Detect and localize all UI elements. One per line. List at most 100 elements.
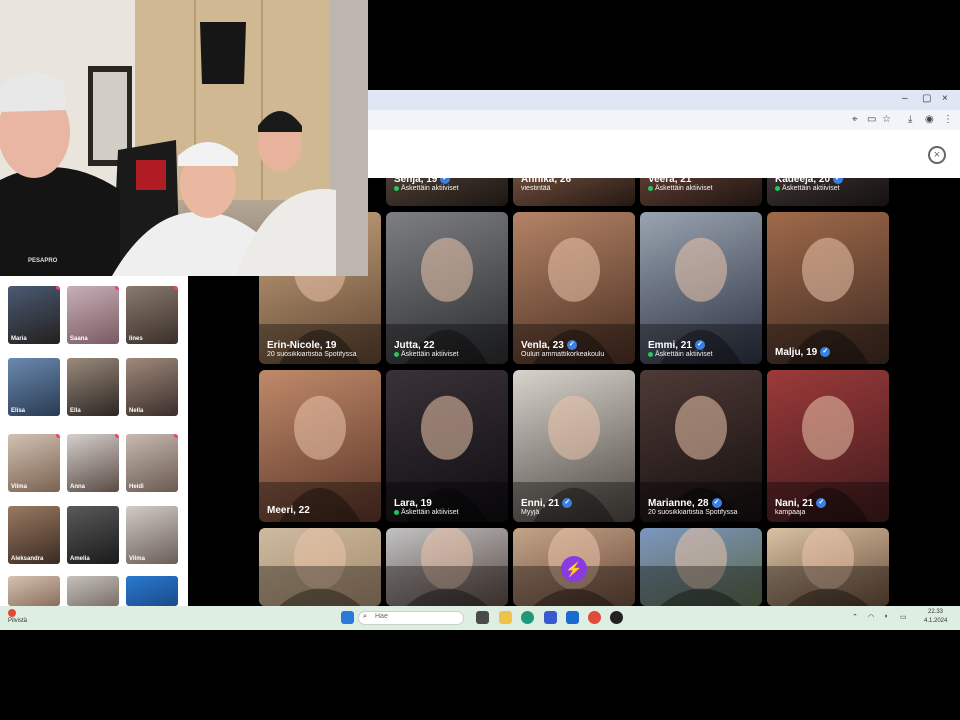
profile-card[interactable]: Senja, 19 ✓ Äskettäin aktiiviset [386, 178, 508, 206]
profile-card[interactable]: Emmi, 21 ✓ Äskettäin aktiiviset [640, 212, 762, 364]
sidebar-profile-thumb[interactable]: Nella [126, 358, 178, 416]
profile-card[interactable] [259, 528, 381, 606]
profile-card[interactable]: Veera, 21 Äskettäin aktiiviset [640, 178, 762, 206]
sidebar-profile-thumb[interactable]: Vilma [126, 506, 178, 564]
card-subtitle: Äskettäin aktiiviset [394, 351, 504, 358]
card-subtitle-text: Äskettäin aktiiviset [655, 351, 713, 358]
store-icon[interactable] [544, 611, 557, 624]
app-icon[interactable] [610, 611, 623, 624]
card-subtitle: Äskettäin aktiiviset [648, 185, 758, 192]
sidebar-profile-name: Iines [129, 336, 143, 342]
active-status-icon [394, 509, 399, 515]
network-icon[interactable]: ◠ [868, 613, 874, 621]
card-subtitle-text: Oulun ammattikorkeakoulu [521, 351, 605, 358]
profile-card[interactable] [640, 528, 762, 606]
sidebar-profile-thumb[interactable]: Saana [67, 286, 119, 344]
card-subtitle-text: Äskettäin aktiiviset [655, 185, 713, 192]
card-subtitle-text: viestintää [521, 185, 551, 192]
sidebar-profile-thumb[interactable]: Anna [67, 434, 119, 492]
profile-card[interactable]: Venla, 23 ✓ Oulun ammattikorkeakoulu [513, 212, 635, 364]
sidebar-profile-thumb[interactable]: Amelia [67, 506, 119, 564]
card-name: Kadeeja, 20 ✓ [775, 178, 885, 185]
profile-card[interactable]: Kadeeja, 20 ✓ Äskettäin aktiiviset [767, 178, 889, 206]
sidebar-profile-thumb[interactable]: Vilma [8, 434, 60, 492]
sidebar-profile-thumb[interactable]: Aleksandra [8, 506, 60, 564]
chrome-icon[interactable] [588, 611, 601, 624]
card-meta: Meeri, 22 [267, 505, 377, 516]
search-placeholder: Hae [375, 613, 388, 620]
sidebar-profile-name: Saana [70, 336, 88, 342]
card-name: Veera, 21 [648, 178, 692, 185]
weather-desc: Pilvistä [8, 618, 28, 624]
sidebar-profile-thumb[interactable]: Maria [8, 286, 60, 344]
profile-card[interactable]: Malju, 19 ✓ [767, 212, 889, 364]
profile-card[interactable]: Annika, 26 viestintää [513, 178, 635, 206]
task-view-icon[interactable] [476, 611, 489, 624]
clock-time[interactable]: 22.33 [928, 609, 943, 615]
card-meta: Jutta, 22 Äskettäin aktiiviset [394, 340, 504, 358]
card-subtitle: Äskettäin aktiiviset [394, 185, 504, 192]
card-meta: Annika, 26 viestintää [521, 178, 631, 192]
profile-photo [386, 528, 508, 606]
card-name: Meeri, 22 [267, 505, 310, 516]
profile-card[interactable]: Jutta, 22 Äskettäin aktiiviset [386, 212, 508, 364]
card-subtitle-text: Myyjä [521, 509, 540, 516]
profile-card[interactable]: ⚡ [513, 528, 635, 606]
verified-badge-icon: ✓ [566, 340, 577, 351]
card-name: Lara, 19 [394, 498, 432, 509]
chevron-up-icon[interactable]: ⌃ [852, 613, 858, 621]
profile-card[interactable]: Meeri, 22 [259, 370, 381, 522]
profile-card[interactable]: Lara, 19 Äskettäin aktiiviset [386, 370, 508, 522]
sidebar-profile-name: Vilma [11, 484, 27, 490]
sidebar-profile-name: Maria [11, 336, 27, 342]
lightning-icon[interactable]: ⚡ [561, 556, 587, 582]
search-icon: ⌕ [363, 613, 367, 620]
card-name: Erin-Nicole, 19 [267, 340, 337, 351]
card-meta: Emmi, 21 ✓ Äskettäin aktiiviset [648, 340, 758, 358]
card-subtitle-text: Äskettäin aktiiviset [401, 185, 459, 192]
screen: – ▢ × ⌖ ▭ ☆ ⤓ ◉ ⋮ × Senja, 19 ✓ Äskettäin … [0, 0, 960, 720]
sidebar-profile-thumb[interactable] [126, 576, 178, 606]
profile-card[interactable] [386, 528, 508, 606]
sidebar-profile-thumb[interactable] [8, 576, 60, 606]
sidebar-profile-thumb[interactable] [67, 576, 119, 606]
card-meta: Malju, 19 ✓ [775, 347, 885, 358]
verified-badge-icon: ✓ [711, 498, 722, 509]
card-subtitle: 20 suosikkiartistia Spotifyssa [648, 509, 758, 516]
sidebar-profile-thumb[interactable]: Heidi [126, 434, 178, 492]
profile-card[interactable]: Marianne, 28 ✓ 20 suosikkiartistia Spotify… [640, 370, 762, 522]
sidebar-profile-thumb[interactable]: Iines [126, 286, 178, 344]
volume-icon[interactable]: ◗ [884, 613, 888, 620]
card-subtitle-text: kampaaja [775, 509, 806, 516]
card-meta: Enni, 21 ✓ Myyjä [521, 498, 631, 516]
clock-date[interactable]: 4.1.2024 [924, 618, 947, 624]
profile-card[interactable]: Nani, 21 ✓ kampaaja [767, 370, 889, 522]
card-meta: Kadeeja, 20 ✓ Äskettäin aktiiviset [775, 178, 885, 192]
battery-icon[interactable]: ▭ [900, 613, 907, 621]
sidebar-profile-thumb[interactable]: Elisa [8, 358, 60, 416]
edge-icon[interactable] [521, 611, 534, 624]
new-match-indicator-icon [56, 434, 60, 438]
card-subtitle-text: Äskettäin aktiiviset [782, 185, 840, 192]
weather-icon[interactable] [8, 609, 16, 617]
new-match-indicator-icon [174, 434, 178, 438]
profile-card[interactable]: Enni, 21 ✓ Myyjä [513, 370, 635, 522]
active-status-icon [394, 351, 399, 357]
card-name: Annika, 26 [521, 178, 572, 185]
verified-badge-icon: ✓ [694, 340, 705, 351]
card-meta: Venla, 23 ✓ Oulun ammattikorkeakoulu [521, 340, 631, 358]
start-icon[interactable] [341, 611, 354, 624]
webcam-overlay: PESAPRO [0, 0, 368, 276]
taskbar-search[interactable]: ⌕ Hae [358, 611, 464, 625]
new-match-indicator-icon [115, 286, 119, 290]
sidebar-profile-thumb[interactable]: Ella [67, 358, 119, 416]
card-subtitle: viestintää [521, 185, 631, 192]
outlook-icon[interactable] [566, 611, 579, 624]
file-explorer-icon[interactable] [499, 611, 512, 624]
profile-card[interactable] [767, 528, 889, 606]
profile-photo [640, 528, 762, 606]
profile-photo [259, 528, 381, 606]
profile-photo [259, 395, 381, 522]
sidebar-profile-name: Aleksandra [11, 556, 44, 562]
card-name: Enni, 21 ✓ [521, 498, 631, 509]
